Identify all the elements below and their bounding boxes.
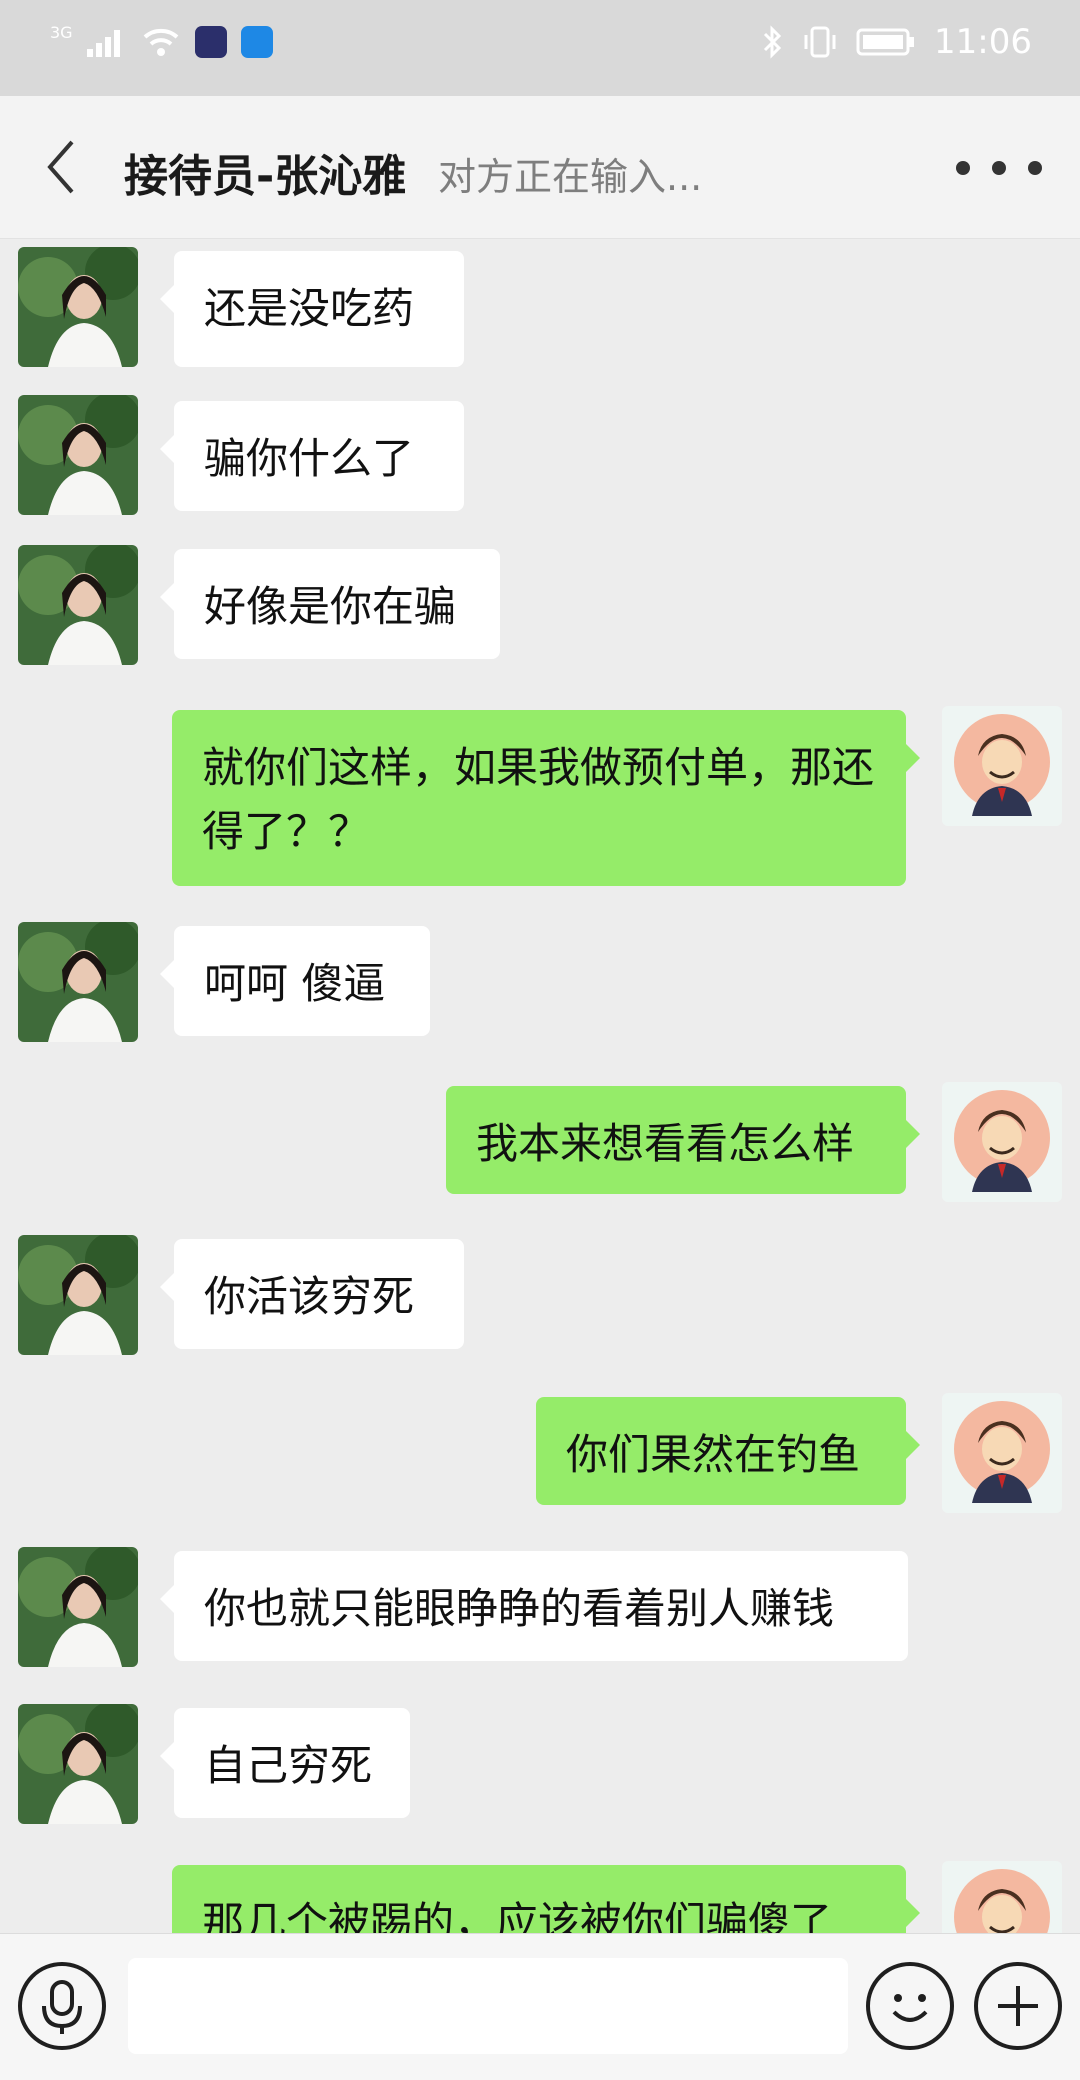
clock: 11:06 — [934, 22, 1032, 62]
more-dot — [956, 161, 970, 175]
chat-header: 接待员-张沁雅 对方正在输入... — [0, 96, 1080, 239]
contact-avatar[interactable] — [18, 1547, 138, 1667]
chevron-left-icon — [47, 140, 74, 194]
wifi-icon — [143, 28, 178, 56]
user-avatar[interactable] — [942, 1082, 1062, 1202]
message-bubble[interactable]: 你也就只能眼睁睁的看着别人赚钱 — [160, 1551, 908, 1661]
contact-avatar[interactable] — [18, 545, 138, 665]
message-row-outgoing: 就你们这样，如果我做预付单，那还得了？？ — [0, 706, 1080, 896]
message-row-incoming: 呵呵 傻逼 — [0, 922, 1080, 1052]
message-row-incoming: 你也就只能眼睁睁的看着别人赚钱 — [0, 1547, 1080, 1677]
chat-title: 接待员-张沁雅 — [124, 151, 407, 202]
more-dot — [992, 161, 1006, 175]
message-input[interactable] — [128, 1958, 848, 2054]
message-list[interactable]: 还是没吃药 骗你什么了 好像是你在骗 就你们这样，如果我做预付单，那还得了？？ … — [0, 239, 1080, 1933]
battery-icon — [856, 28, 915, 56]
input-bar — [0, 1933, 1080, 2080]
smiley-icon — [892, 1994, 928, 2022]
message-row-outgoing: 你们果然在钓鱼 — [0, 1393, 1080, 1523]
signal-icon — [86, 30, 120, 57]
plus-icon — [998, 1986, 1038, 2026]
message-bubble[interactable]: 呵呵 傻逼 — [160, 926, 430, 1036]
back-button[interactable] — [42, 132, 102, 202]
more-button[interactable] — [956, 148, 1042, 188]
contact-avatar[interactable] — [18, 247, 138, 367]
message-bubble[interactable]: 自己穷死 — [160, 1708, 410, 1818]
message-row-incoming: 骗你什么了 — [0, 395, 1080, 525]
message-row-incoming: 还是没吃药 — [0, 239, 1080, 369]
message-bubble[interactable]: 你们果然在钓鱼 — [536, 1397, 920, 1505]
message-bubble[interactable]: 还是没吃药 — [160, 251, 464, 367]
status-bar: 3G 11:06 — [0, 0, 1080, 96]
message-row-incoming: 好像是你在骗 — [0, 545, 1080, 675]
typing-status: 对方正在输入... — [438, 155, 703, 199]
more-dot — [1028, 161, 1042, 175]
network-type-label: 3G — [50, 22, 73, 42]
message-row-outgoing: 我本来想看看怎么样 — [0, 1082, 1080, 1212]
app-notification-icon — [194, 26, 227, 58]
contact-avatar[interactable] — [18, 922, 138, 1042]
contact-avatar[interactable] — [18, 1235, 138, 1355]
plus-button[interactable] — [974, 1962, 1062, 2050]
shield-icon — [240, 26, 273, 58]
emoji-button[interactable] — [866, 1962, 954, 2050]
message-row-incoming: 你活该穷死 — [0, 1235, 1080, 1365]
user-avatar[interactable] — [942, 706, 1062, 826]
message-bubble[interactable]: 你活该穷死 — [160, 1239, 464, 1349]
contact-avatar[interactable] — [18, 395, 138, 515]
voice-button[interactable] — [18, 1962, 106, 2050]
microphone-icon — [42, 1980, 82, 2034]
message-bubble[interactable]: 就你们这样，如果我做预付单，那还得了？？ — [172, 710, 920, 886]
user-avatar[interactable] — [942, 1393, 1062, 1513]
message-row-outgoing: 那几个被踢的，应该被你们骗傻了 — [0, 1861, 1080, 1933]
message-bubble[interactable]: 骗你什么了 — [160, 401, 464, 511]
user-avatar[interactable] — [942, 1861, 1062, 1933]
message-bubble[interactable]: 好像是你在骗 — [160, 549, 500, 659]
message-bubble[interactable]: 那几个被踢的，应该被你们骗傻了 — [172, 1865, 920, 1933]
message-bubble[interactable]: 我本来想看看怎么样 — [446, 1086, 920, 1194]
message-row-incoming: 自己穷死 — [0, 1704, 1080, 1834]
bluetooth-icon — [763, 25, 782, 59]
vibrate-icon — [804, 26, 836, 58]
contact-avatar[interactable] — [18, 1704, 138, 1824]
